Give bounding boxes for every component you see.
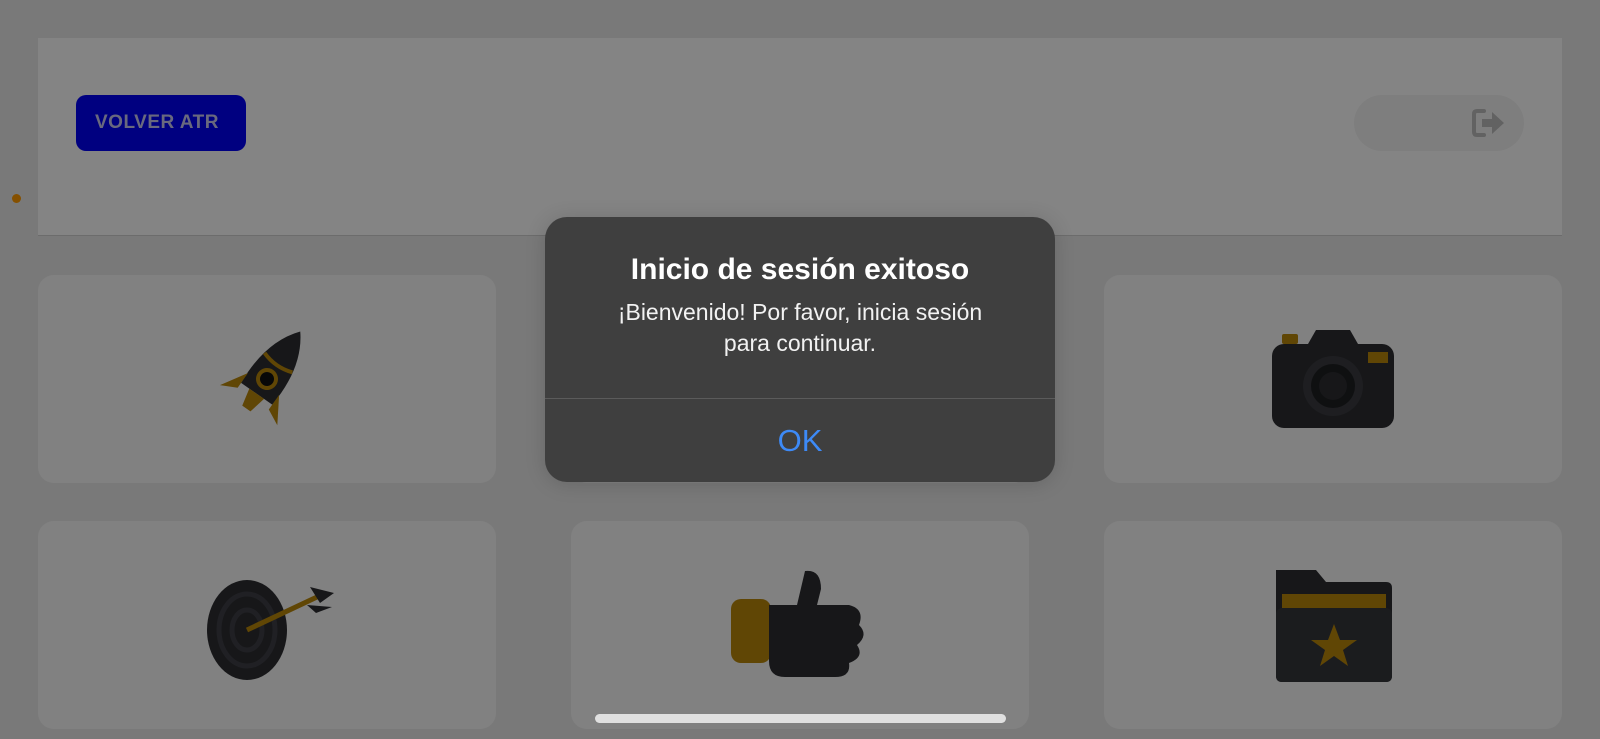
app-screen: VOLVER ATR Inicio de sesión exitoso ¡Bie… (0, 0, 1600, 739)
alert-message-line-2: para continuar. (723, 330, 877, 356)
alert-ok-button[interactable]: OK (545, 399, 1055, 482)
alert-message-line-1: ¡Bienvenido! Por favor, inicia sesión (617, 299, 983, 325)
alert-title: Inicio de sesión exitoso (630, 253, 970, 286)
home-indicator[interactable] (595, 714, 1006, 723)
alert-message: ¡Bienvenido! Por favor, inicia sesión pa… (585, 297, 1015, 359)
login-success-alert: Inicio de sesión exitoso ¡Bienvenido! Po… (545, 217, 1055, 482)
